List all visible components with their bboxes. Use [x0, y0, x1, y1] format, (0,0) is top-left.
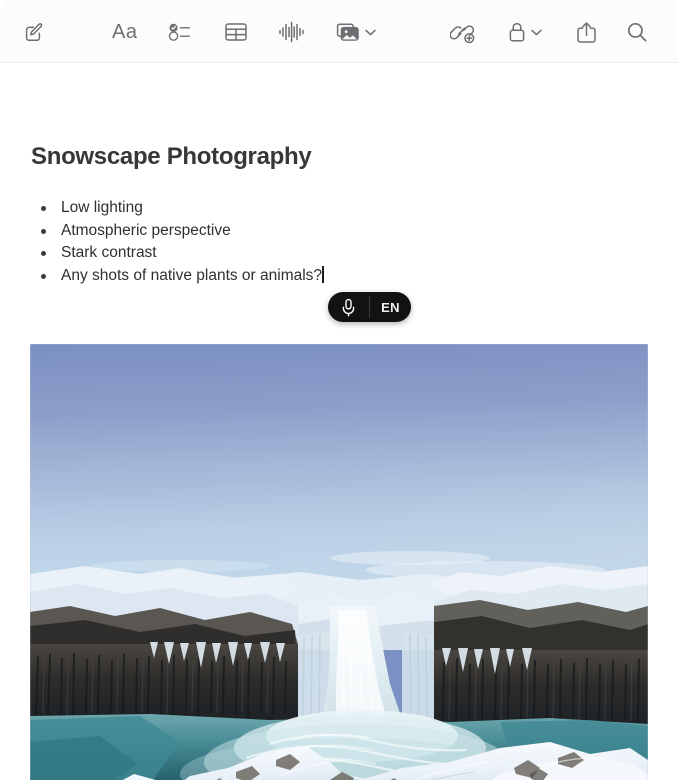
share-icon[interactable]: [576, 16, 597, 48]
format-label: Aa: [112, 20, 138, 43]
audio-icon[interactable]: [278, 16, 304, 48]
snowscape-waterfall-image: [30, 344, 648, 780]
list-item[interactable]: Atmospheric perspective: [33, 220, 324, 243]
collaborate-icon[interactable]: [450, 16, 476, 48]
media-icon[interactable]: [336, 16, 376, 48]
list-item-label: Stark contrast: [61, 244, 157, 262]
list-item[interactable]: Any shots of native plants or animals?: [33, 265, 324, 288]
compose-icon[interactable]: [22, 16, 44, 48]
list-item-label: Low lighting: [61, 199, 143, 216]
chevron-down-icon[interactable]: [365, 29, 376, 36]
page-title: Snowscape Photography: [31, 143, 312, 170]
checklist-icon[interactable]: [168, 16, 192, 48]
list-item-label: Any shots of native plants or animals?: [61, 267, 323, 285]
search-icon[interactable]: [626, 16, 648, 48]
dictation-popup[interactable]: EN: [328, 292, 411, 322]
lock-icon[interactable]: [508, 16, 542, 48]
list-item[interactable]: Low lighting: [33, 197, 324, 220]
microphone-icon[interactable]: [328, 292, 369, 322]
dictation-language-button[interactable]: EN: [370, 292, 411, 322]
notes-window: Aa Snowscape Photography Low lighting At…: [0, 0, 678, 780]
note-photo-attachment[interactable]: [30, 344, 648, 780]
bullet-list[interactable]: Low lighting Atmospheric perspective Sta…: [33, 197, 324, 288]
table-icon[interactable]: [224, 16, 248, 48]
text-cursor: [322, 266, 324, 284]
toolbar: Aa: [0, 0, 678, 63]
format-icon[interactable]: Aa: [112, 16, 137, 48]
list-item-label: Atmospheric perspective: [61, 221, 231, 239]
chevron-down-icon[interactable]: [531, 29, 542, 36]
list-item[interactable]: Stark contrast: [33, 242, 324, 265]
